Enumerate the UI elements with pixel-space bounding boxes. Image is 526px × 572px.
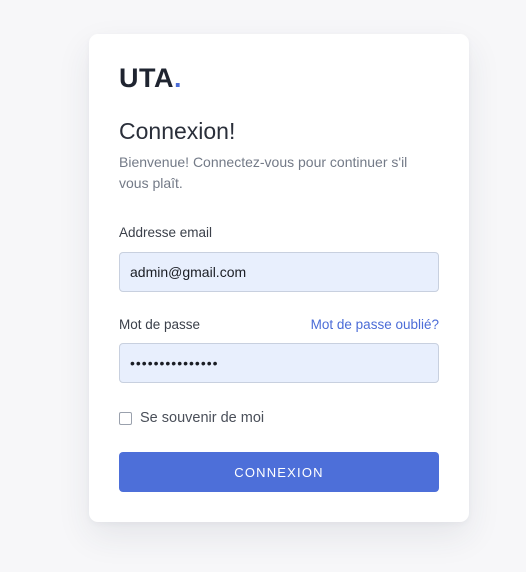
forgot-password-link[interactable]: Mot de passe oublié? [311,316,439,334]
password-field[interactable] [119,343,439,383]
page-subtitle: Bienvenue! Connectez-vous pour continuer… [119,154,408,191]
logo-text: UTA [119,63,174,93]
remember-me-label: Se souvenir de moi [140,410,265,426]
email-label: Addresse email [119,225,213,240]
remember-me[interactable]: Se souvenir de moi [119,408,264,428]
login-button[interactable]: CONNEXION [119,452,439,492]
remember-me-checkbox[interactable] [119,411,132,425]
password-label: Mot de passe [119,317,201,332]
logo: UTA. [119,62,182,94]
page-title: Connexion! [119,118,236,144]
email-field[interactable] [119,252,439,292]
login-card: UTA. Connexion! Bienvenue! Connectez-vou… [89,34,469,522]
logo-dot: . [174,63,183,93]
